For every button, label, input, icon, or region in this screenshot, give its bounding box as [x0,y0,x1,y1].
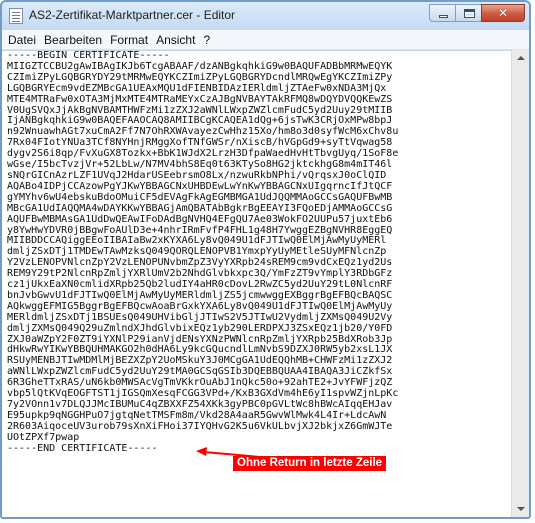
text-line: MIIGZTCCBU2gAwIBAgIKJb6TcgABAAF/dzANBgkq… [7,60,393,72]
text-line: wGse/I5bcTvzjVr+52LbLw/N7MV4bhS8Eq0t63KT… [7,159,393,171]
minimize-icon [439,15,448,18]
text-line: n92WnuawhAGt7xuCmA2Ff7N7OhRXWAvayezCwHhz… [7,126,399,138]
editor-window: AS2-Zertifikat-Marktpartner.cer - Editor… [0,0,531,519]
menu-bar: Datei Bearbeiten Format Ansicht? [2,30,529,50]
text-line: ZXJ0aWZpY2F0ZT9iYXNlP29ianVjdENsYXNzPWNl… [7,333,393,345]
text-line: dHkwRwYIKwYBBQUHMAKGO2h0dHA6Ly9kcGQucndl… [7,344,393,356]
menu-help[interactable]: ? [199,30,214,49]
menu-ansicht[interactable]: Ansicht [152,30,199,49]
text-line: cz1jUkxEaXN0cmlidXRpb25Qb2ludIY4aHR0cDov… [7,279,393,291]
vertical-scrollbar[interactable] [511,50,529,517]
text-line: LGQBGRYEcm9vdEZMBcGA1UEAxMQU1dFIENBIDAzI… [7,82,387,94]
annotation-label: Ohne Return in letzte Zeile [233,456,387,471]
menu-datei[interactable]: Datei [2,30,40,49]
text-line: y8YwHwYDVR0jBBgwFoAUlD3e+4nhrIRmFvfP4FHL… [7,224,393,236]
text-line: RSUyMENBJTIwMDMlMjBEZXZpY2UoMSkuY3J0MCgG… [7,355,393,367]
text-line: AQUFBwMBMAsGA1UdDwQEAwIFoDAdBgNVHQ4EFgQU… [7,213,393,225]
window-title: AS2-Zertifikat-Marktpartner.cer - Editor [29,8,236,22]
text-line: -----BEGIN CERTIFICATE----- [7,50,170,61]
text-line: UOtZPXf7pwap [7,431,80,443]
scroll-up-arrow-icon[interactable] [512,50,529,67]
text-line: dmljZSxDTj1TMDEwTAwMzksQ049QORQLENOPVB1Y… [7,246,387,258]
text-line: dmljZXMsQ049Q29uZmlndXJhdGlvbixEQz1yb290… [7,322,393,334]
text-line: aWNlLWxpZWZlcmFudC5yd2UuY29tMA0GCSqGSIb3… [7,366,393,378]
scroll-down-arrow-icon[interactable] [512,500,529,517]
text-line: -----END CERTIFICATE----- [7,442,158,454]
close-button[interactable]: ✕ [481,4,525,22]
text-line: bnJvbGwvU1dFJTIwQ0ElMjAwMyUyMERldmljZS5j… [7,289,393,301]
text-line: CZImiZPyLGQBGRYDY29tMRMwEQYKCZImiZPyLGQB… [7,71,393,83]
text-line: REM9Y29tP2NlcnRpZmljYXRlUmV2b2NhdGlvbkxp… [7,268,393,280]
text-line: V0UgSVQxJjAkBgNVBAMTHWFzMi1zZXJ2aWNlLWxp… [7,104,393,116]
text-line: E95upkp9qNGGHPuO7jgtqNetTMSFm8m/Vkd28A4a… [7,409,387,421]
close-icon: ✕ [497,6,509,20]
text-line: MTE4MTRaFw0xOTA3MjMxMTE4MTRaMEYxCzAJBgNV… [7,93,393,105]
text-line: 2R603AiqoceUV3urob79sXnXiFHoi37IYQHvG2K5… [7,420,393,432]
maximize-icon [464,9,475,18]
text-line: Y2VzLENOPVNlcnZpY2VzLENOPUNvbmZpZ3VyYXRp… [7,257,393,269]
text-line: AQABo4IDPjCCAzowPgYJKwYBBAGCNxUHBDEwLwYn… [7,180,393,192]
text-line: sNQrGICnAzrLZF1UVqJ2HdarUSEebrsmO8Lx/nzw… [7,169,387,181]
text-line: IjANBgkqhkiG9w0BAQEFAAOCAQ8AMIIBCgKCAQEA… [7,115,393,127]
text-line: 7y2VOnn1v7DLQJJMcIBUMuC4qZBXXFZ54XKk3gyP… [7,399,393,410]
text-line: 6R3GheTTxRAS/uN6kb0MWSAcVgTmVKkrOuAbJ1nQ… [7,377,393,389]
maximize-button[interactable] [455,4,482,22]
text-line: dygv2S6i8qp/FvXuGX8Tozkx+BbK1WJdX2LrzH3D… [7,148,399,160]
text-line: AQkwggEFMIG5BggrBgEFBQcwAoaBrGxkYXA6Ly8v… [7,300,393,312]
notepad-icon [9,8,23,24]
text-line: MIIBDDCCAQiggEEoIIBAIaBw2xKYXA6Ly8vQ049U… [7,235,387,247]
certificate-text[interactable]: -----BEGIN CERTIFICATE----- MIIGZTCCBU2g… [7,50,399,455]
text-line: vbp5lQtKVqEOGFTST1jIGSQmXesqFCGG3VPd+/Kx… [7,388,399,400]
window-controls: ✕ [429,4,525,22]
text-line: MERldmljZSxDTj1BSUEsQ049UHVibGljJTIwS2V5… [7,311,393,323]
menu-format[interactable]: Format [106,30,152,49]
text-line: MBcGA1UdIAQQMA4wDAYKKwYBBAGjAmQBATAbBgkr… [7,202,393,214]
text-line: 7Rx04FIotYNUa3TCf8NYHnjRMggXofTNfGWSr/nX… [7,137,393,149]
minimize-button[interactable] [429,4,456,22]
text-line: gYMYhv6wU4ebskuBdoOMuiCF5dEVAgFkAgEGMBMG… [7,191,393,203]
menu-bearbeiten[interactable]: Bearbeiten [40,30,106,49]
title-bar[interactable]: AS2-Zertifikat-Marktpartner.cer - Editor… [2,2,529,30]
